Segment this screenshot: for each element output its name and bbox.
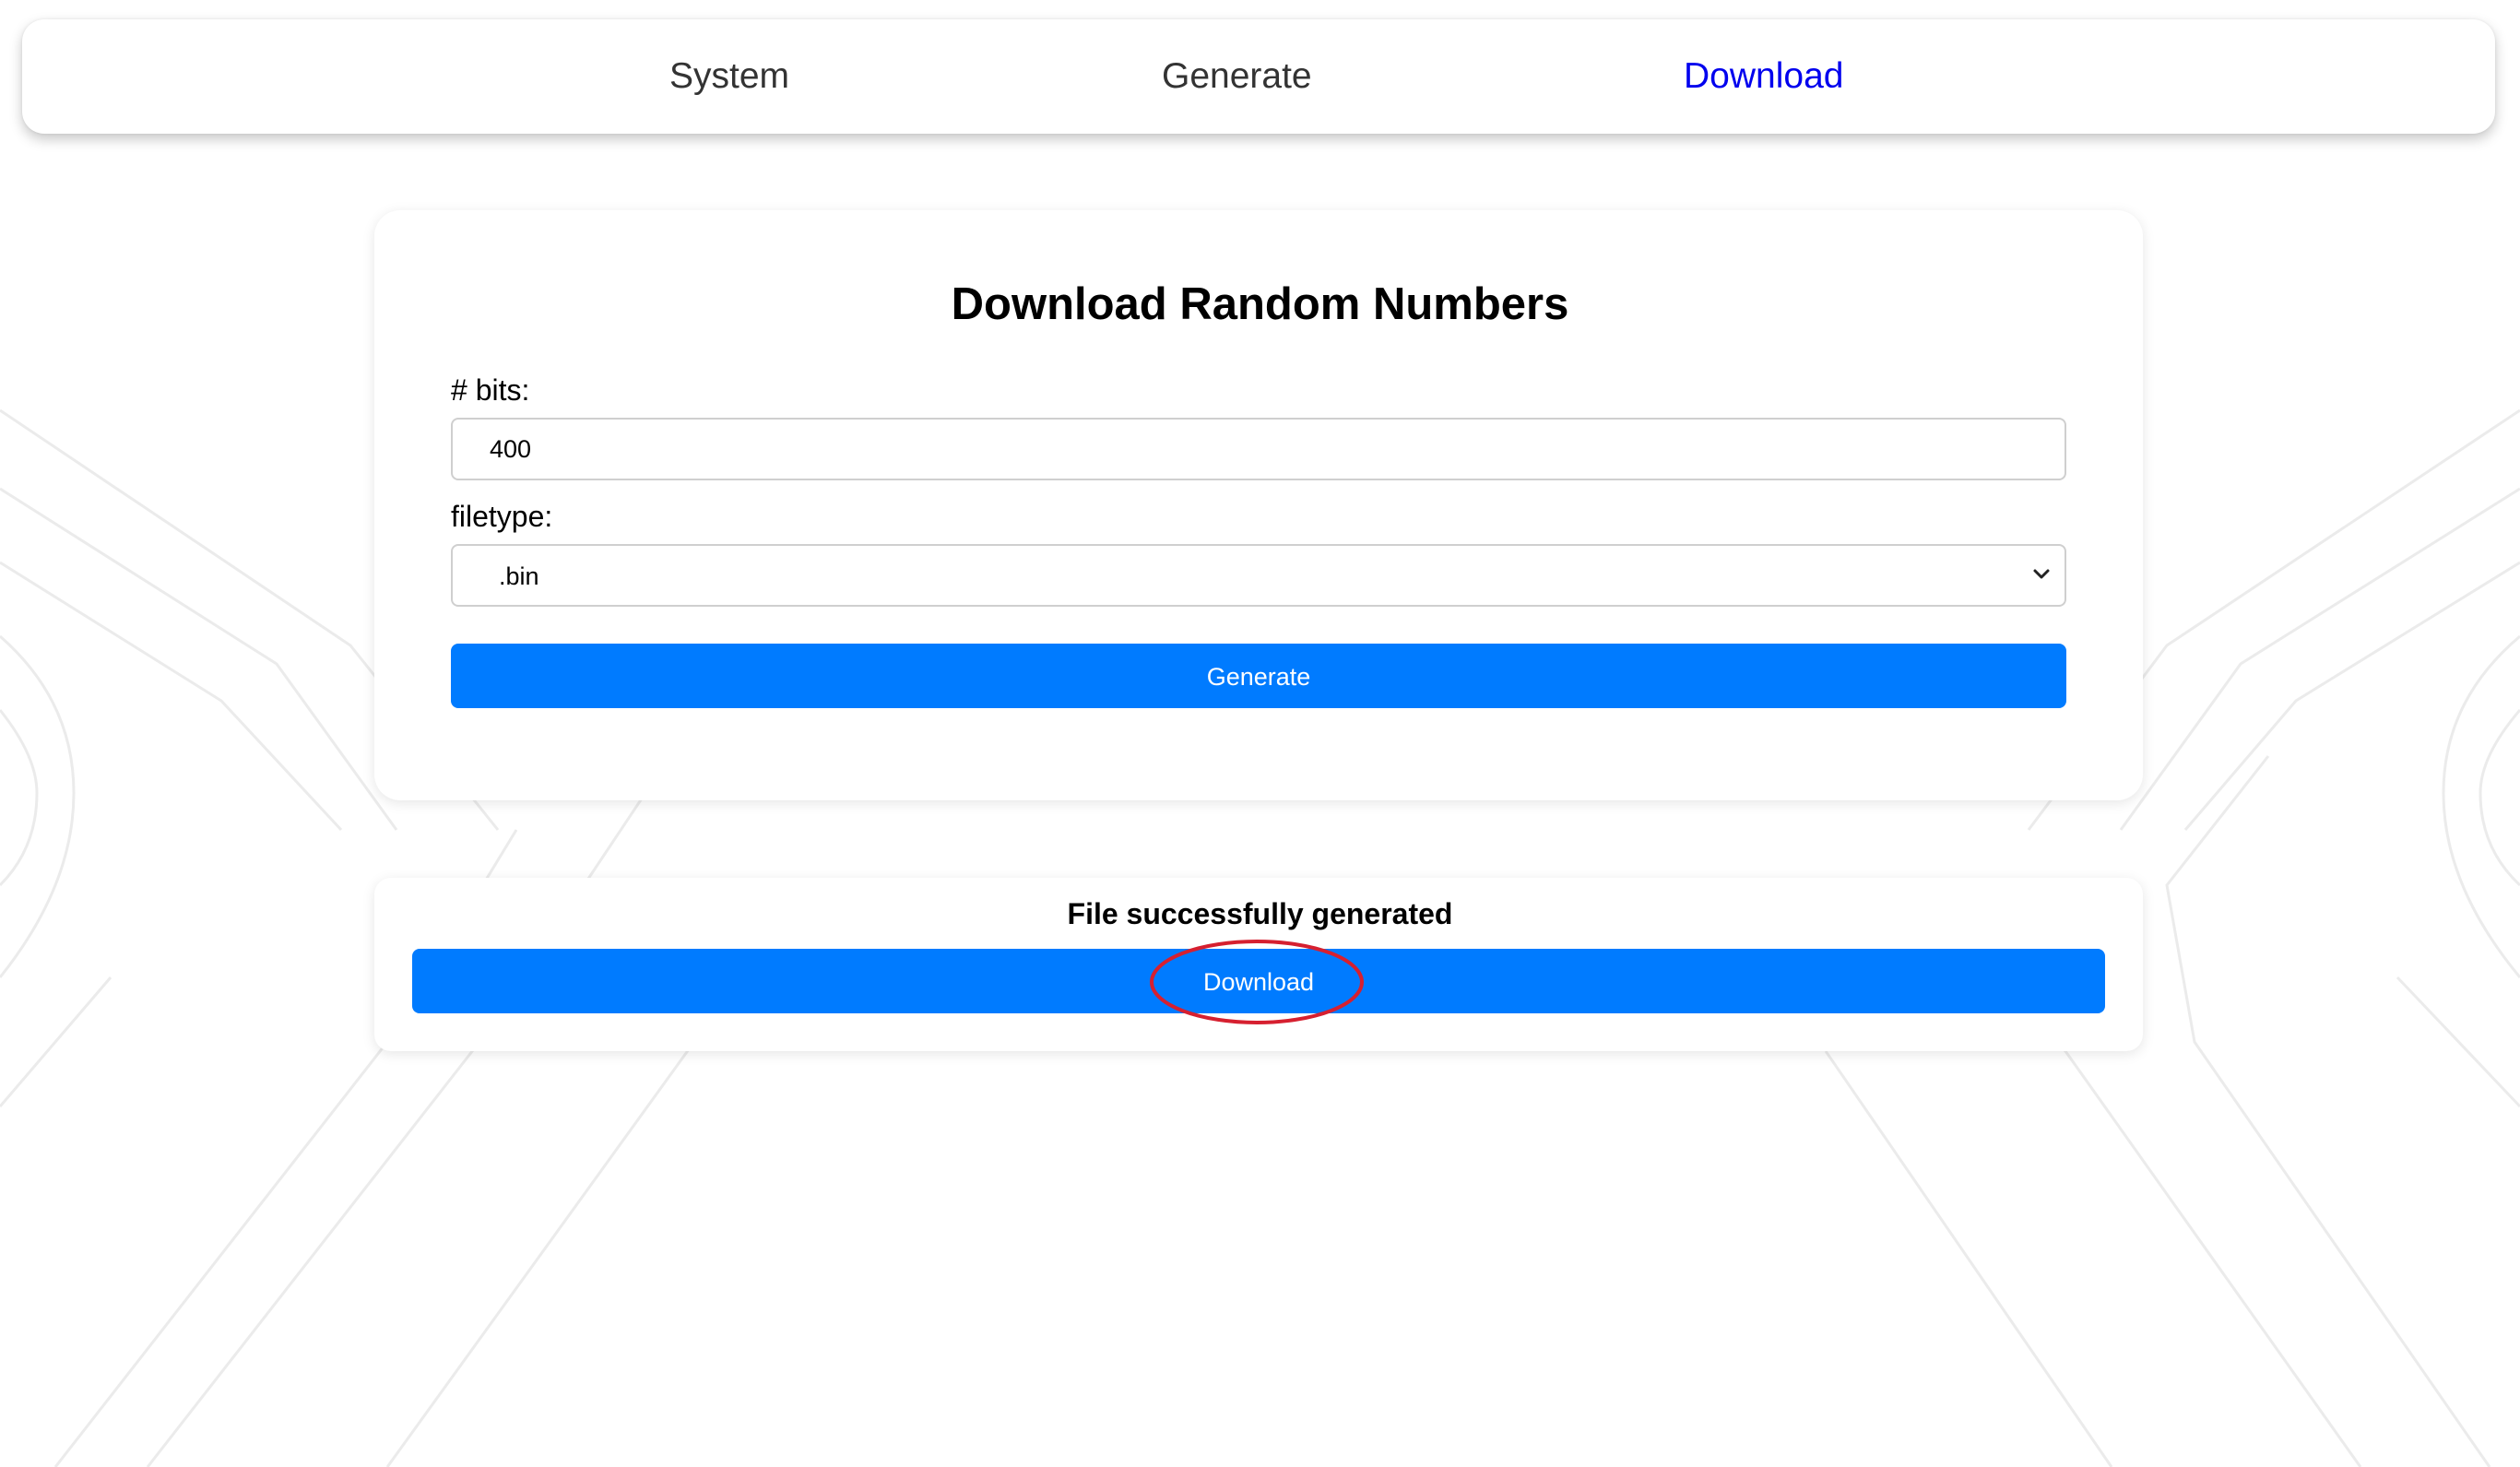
- nav-link-system[interactable]: System: [669, 19, 789, 134]
- success-message: File successfully generated: [1067, 897, 1453, 930]
- filetype-label: filetype:: [451, 500, 553, 533]
- download-button[interactable]: Download: [412, 949, 2105, 1013]
- nav-link-generate[interactable]: Generate: [1162, 19, 1312, 134]
- filetype-selected-value: .bin: [499, 562, 539, 590]
- nav-link-download[interactable]: Download: [1684, 19, 1843, 134]
- bits-label: # bits:: [451, 373, 530, 407]
- page-title: Download Random Numbers: [951, 279, 1569, 329]
- chevron-down-icon: [2033, 569, 2050, 579]
- filetype-select[interactable]: .bin: [451, 544, 2066, 607]
- generate-button[interactable]: Generate: [451, 644, 2066, 708]
- bits-input[interactable]: [451, 418, 2066, 480]
- top-navbar: System Generate Download: [22, 19, 2495, 134]
